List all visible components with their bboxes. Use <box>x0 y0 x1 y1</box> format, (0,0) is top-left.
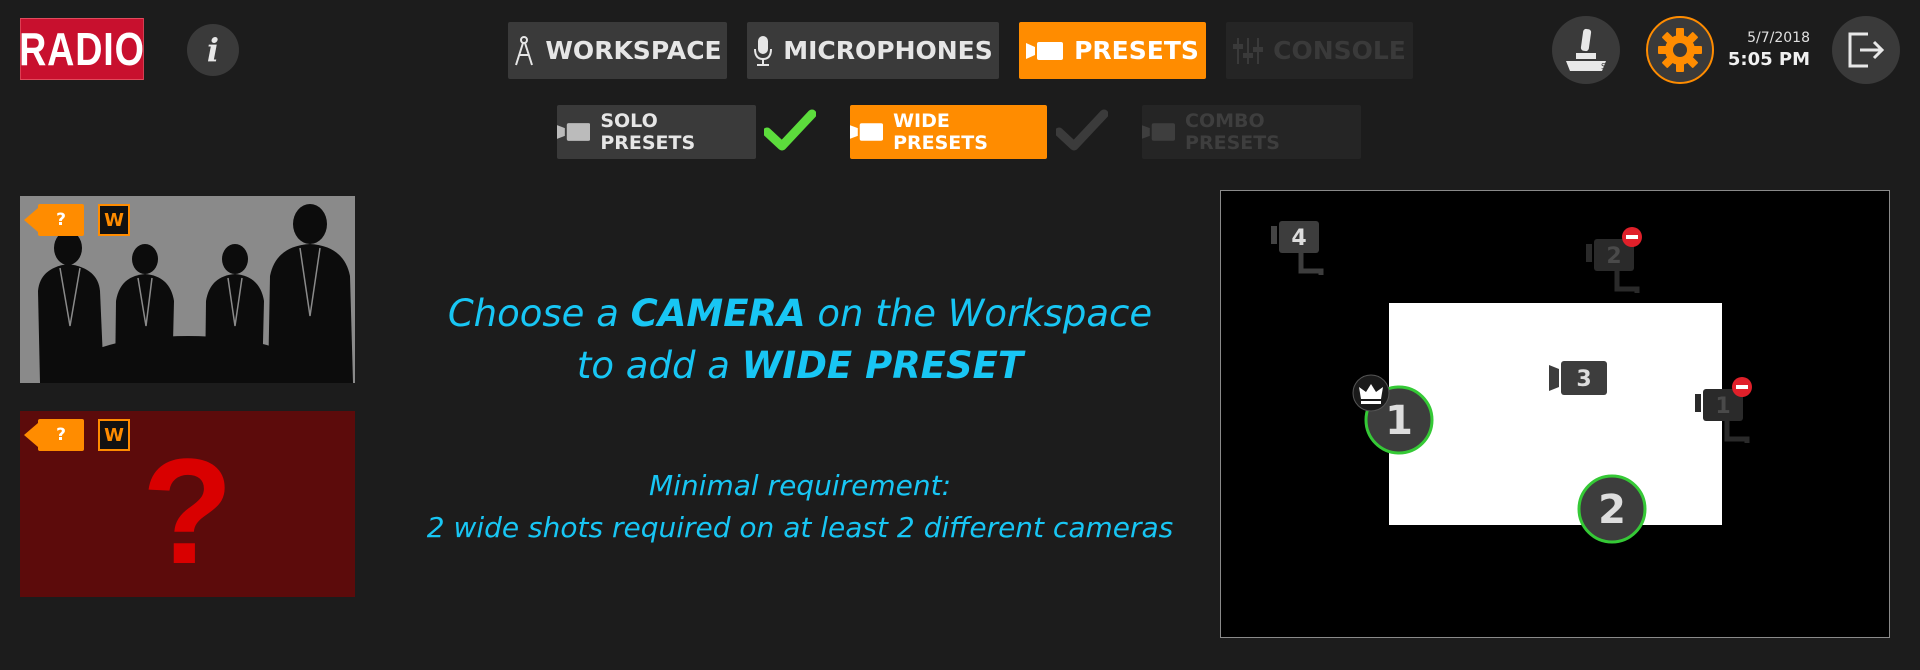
joystick-icon: S <box>1566 28 1606 71</box>
tab-solo-presets-label: SOLO PRESETS <box>600 110 696 154</box>
wide-preset-keyword: WIDE PRESET <box>741 344 1024 387</box>
camera-icon <box>1142 123 1176 141</box>
camera-2-disabled[interactable]: 2 <box>1586 227 1642 293</box>
tab-combo-presets[interactable]: COMBO PRESETS <box>1142 105 1361 159</box>
camera-4[interactable]: 4 <box>1271 221 1324 275</box>
nav-console-button[interactable]: CONSOLE <box>1226 22 1413 79</box>
seat-1-label: 1 <box>1385 398 1413 444</box>
camera-keyword: CAMERA <box>630 292 806 335</box>
no-entry-icon <box>1732 377 1752 397</box>
logout-icon <box>1848 32 1885 68</box>
missing-preset-placeholder: ? <box>141 427 234 595</box>
camera-2-label: 2 <box>1606 244 1621 269</box>
stage-area <box>1389 303 1722 525</box>
microphone-icon <box>754 35 773 66</box>
check-icon <box>1056 109 1108 151</box>
requirement-text: Minimal requirement: 2 wide shots requir… <box>410 465 1190 549</box>
camera-badge: ? <box>24 419 84 451</box>
seat-2[interactable]: 2 <box>1577 474 1647 544</box>
check-icon <box>764 109 816 151</box>
tab-combo-presets-label: COMBO PRESETS <box>1185 110 1280 154</box>
nav-presets-label: PRESETS <box>1074 36 1199 65</box>
nav-workspace-button[interactable]: WORKSPACE <box>508 22 727 79</box>
instruction-text: Choose a CAMERA on the Workspace to add … <box>447 292 1153 387</box>
no-entry-icon <box>1622 227 1642 247</box>
tab-wide-presets-label: WIDE PRESETS <box>893 110 988 154</box>
date-display: 5/7/2018 <box>1747 30 1810 46</box>
requirement-detail: 2 wide shots required on at least 2 diff… <box>426 511 1174 544</box>
compass-icon <box>515 35 534 65</box>
camera-icon <box>557 123 591 141</box>
sliders-icon <box>1233 37 1264 64</box>
tab-wide-presets[interactable]: WIDE PRESETS <box>850 105 1047 159</box>
nav-workspace-label: WORKSPACE <box>545 36 722 65</box>
nav-console-label: CONSOLE <box>1273 36 1406 65</box>
camera-badge-label: ? <box>38 419 84 451</box>
joystick-button[interactable]: S <box>1552 16 1620 84</box>
wide-preset-thumbnail-1[interactable]: ? W <box>20 196 355 383</box>
camera-icon <box>850 123 884 141</box>
nav-presets-button[interactable]: PRESETS <box>1019 22 1206 79</box>
time-display: 5:05 PM <box>1727 49 1810 70</box>
svg-text:S: S <box>1601 62 1606 71</box>
camera-1-label: 1 <box>1715 394 1730 419</box>
tab-solo-presets[interactable]: SOLO PRESETS <box>557 105 756 159</box>
camera-4-label: 4 <box>1291 226 1306 251</box>
wide-type-badge: W <box>98 204 130 236</box>
camera-badge: ? <box>24 204 84 236</box>
camera-badge-label: ? <box>38 204 84 236</box>
workspace-map[interactable]: 4 2 3 1 1 2 <box>1220 190 1890 638</box>
crown-icon <box>1352 374 1390 412</box>
camera-icon <box>1026 41 1064 60</box>
info-button[interactable]: i <box>187 24 239 76</box>
wide-preset-thumbnail-2[interactable]: ? ? W <box>20 411 355 597</box>
camera-3-label: 3 <box>1576 367 1591 392</box>
gear-icon <box>1658 28 1702 72</box>
nav-microphones-button[interactable]: MICROPHONES <box>747 22 999 79</box>
requirement-title: Minimal requirement: <box>648 469 951 502</box>
logout-button[interactable] <box>1832 16 1900 84</box>
nav-microphones-label: MICROPHONES <box>783 36 993 65</box>
wide-type-badge: W <box>98 419 130 451</box>
radio-logo: RADIO <box>19 18 144 80</box>
settings-button[interactable] <box>1646 16 1714 84</box>
seat-2-label: 2 <box>1598 487 1626 533</box>
